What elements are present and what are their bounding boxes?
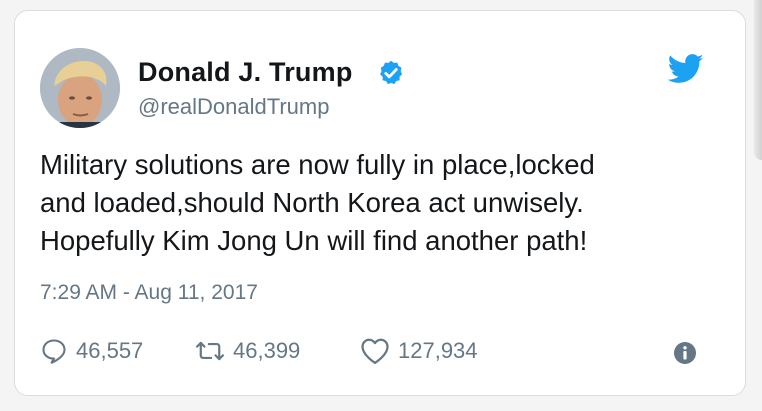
retweet-button[interactable]: 46,399 <box>195 333 300 369</box>
info-icon[interactable] <box>673 341 697 365</box>
tweet-line: Hopefully Kim Jong Un will find another … <box>40 225 588 256</box>
tweet-line: and loaded,should North Korea act unwise… <box>40 187 584 218</box>
tweet-timestamp[interactable]: 7:29 AM - Aug 11, 2017 <box>40 281 258 305</box>
reply-count: 46,557 <box>76 338 144 363</box>
like-button[interactable]: 127,934 <box>360 333 478 369</box>
user-handle[interactable]: @realDonaldTrump <box>138 94 329 120</box>
display-name[interactable]: Donald J. Trump <box>138 57 353 88</box>
retweet-icon <box>195 341 225 361</box>
screenshot-page: Donald J. Trump @realDonaldTrump Militar… <box>0 0 762 411</box>
tweet-line: Military solutions are now fully in plac… <box>40 149 595 180</box>
twitter-bird-icon[interactable] <box>668 54 704 84</box>
like-count: 127,934 <box>398 338 478 363</box>
device-edge <box>754 0 762 160</box>
tweet-actions: 46,557 46,399 127,934 <box>40 333 730 369</box>
reply-button[interactable]: 46,557 <box>40 333 143 369</box>
avatar-image <box>40 48 120 128</box>
tweet-card[interactable]: Donald J. Trump @realDonaldTrump Militar… <box>14 10 746 396</box>
retweet-count: 46,399 <box>233 338 301 363</box>
heart-icon <box>361 338 389 364</box>
verified-badge-icon <box>380 60 403 85</box>
avatar[interactable] <box>40 48 120 128</box>
tweet-text: Military solutions are now fully in plac… <box>40 146 720 260</box>
reply-icon <box>42 339 66 364</box>
